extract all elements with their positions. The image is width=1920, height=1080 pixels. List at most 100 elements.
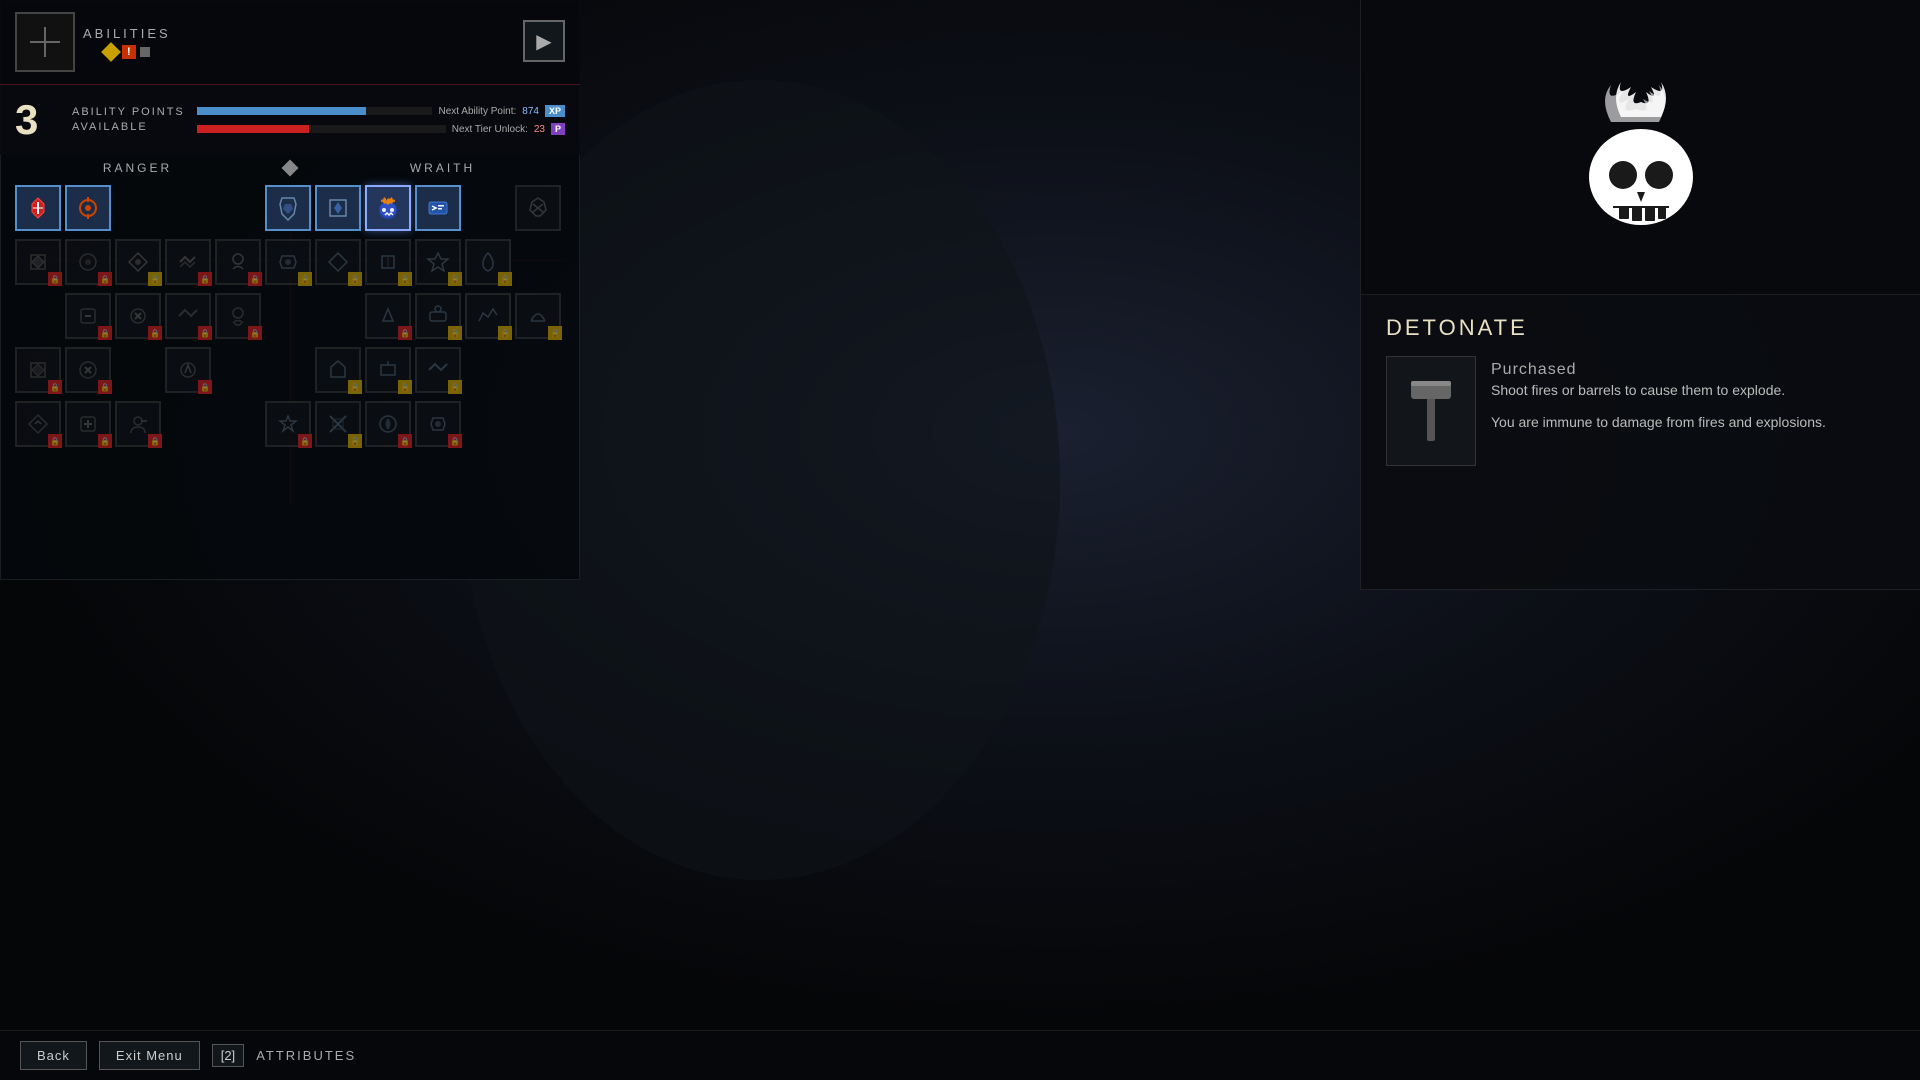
skill-r3-1[interactable]: 🔒 — [65, 293, 111, 339]
diamond-divider-icon — [282, 160, 299, 177]
skill-w5-2[interactable]: 🔒 — [315, 401, 361, 447]
skill-r3-4[interactable]: 🔒 — [215, 293, 261, 339]
bottom-bar: Back Exit Menu [2] ATTRIBUTES — [0, 1030, 1920, 1080]
section-headers: RANGER WRAITH — [0, 155, 580, 181]
lock-icon-22: 🔒 — [398, 380, 412, 394]
skill-wraith-selected[interactable] — [365, 185, 411, 231]
wraith-header: WRAITH — [305, 155, 580, 181]
skill-name: DETONATE — [1386, 315, 1895, 341]
exclamation-icon: ! — [122, 45, 136, 59]
skill-ranger-2[interactable] — [65, 185, 111, 231]
skill-wraith-3[interactable] — [415, 185, 461, 231]
skill-w4-1[interactable]: 🔒 — [315, 347, 361, 393]
lock-icon-16: 🔒 — [498, 326, 512, 340]
lock-icon-13: 🔒 — [248, 326, 262, 340]
skill-r5-2[interactable]: 🔒 — [65, 401, 111, 447]
next-tier-value: 23 — [534, 124, 545, 135]
lock-icon-12: 🔒 — [198, 326, 212, 340]
skill-row-3: 🔒 🔒 🔒 🔒 🔒 🔒 🔒 🔒 — [15, 293, 565, 339]
skill-r2-4[interactable]: 🔒 — [165, 239, 211, 285]
lock-icon-14: 🔒 — [398, 326, 412, 340]
lock-icon-15: 🔒 — [448, 326, 462, 340]
skill-thumbnail-icon — [1401, 366, 1461, 456]
lock-icon: 🔒 — [48, 272, 62, 286]
detonate-icon — [1541, 47, 1741, 247]
skill-w3-4[interactable]: 🔒 — [515, 293, 561, 339]
xp-badge: XP — [545, 105, 565, 117]
skill-w5-3[interactable]: 🔒 — [365, 401, 411, 447]
skill-row-1 — [15, 185, 565, 231]
abilities-icons: ! — [83, 45, 171, 59]
skill-r2-3[interactable]: 🔒 — [115, 239, 161, 285]
skill-w5-4[interactable]: 🔒 — [415, 401, 461, 447]
progress-bars: Next Ability Point: 874 XP Next Tier Unl… — [197, 105, 565, 135]
skill-description: Shoot fires or barrels to cause them to … — [1491, 379, 1826, 434]
diamond-icon — [101, 42, 121, 62]
next-point-label: Next Ability Point: — [438, 106, 516, 117]
skill-showcase-icon — [1541, 47, 1741, 247]
lock-icon-26: 🔒 — [148, 434, 162, 448]
skill-r2-2[interactable]: 🔒 — [65, 239, 111, 285]
skill-r4-3[interactable]: 🔒 — [165, 347, 211, 393]
skill-description-area: Purchased Shoot fires or barrels to caus… — [1491, 356, 1826, 444]
lock-icon-11: 🔒 — [148, 326, 162, 340]
key-badge-2: [2] — [212, 1044, 244, 1067]
skill-r2-5[interactable]: 🔒 — [215, 239, 261, 285]
skill-w3-2[interactable]: 🔒 — [415, 293, 461, 339]
lock-icon-3: 🔒 — [198, 272, 212, 286]
skill-r4-2[interactable]: 🔒 — [65, 347, 111, 393]
skill-r3-2[interactable]: 🔒 — [115, 293, 161, 339]
xp-bar-fill — [197, 107, 367, 115]
skill-w3-3[interactable]: 🔒 — [465, 293, 511, 339]
lock-icon-30: 🔒 — [448, 434, 462, 448]
skill-w4-3[interactable]: 🔒 — [415, 347, 461, 393]
xp-progress-row: Next Ability Point: 874 XP — [197, 105, 565, 117]
ranger-header: RANGER — [0, 155, 275, 181]
tier-badge: P — [551, 123, 565, 135]
skill-ranger-1[interactable] — [15, 185, 61, 231]
xp-bar — [197, 107, 433, 115]
skill-r2-1[interactable]: 🔒 — [15, 239, 61, 285]
nav-arrow-button[interactable]: ▶ — [523, 20, 565, 62]
header-icon — [15, 12, 75, 72]
lock-icon-20: 🔒 — [198, 380, 212, 394]
skill-showcase — [1361, 0, 1920, 295]
points-number: 3 — [15, 96, 60, 144]
skill-w2-5[interactable]: 🔒 — [465, 239, 511, 285]
section-divider — [275, 155, 305, 181]
skill-r3-3[interactable]: 🔒 — [165, 293, 211, 339]
exit-menu-button[interactable]: Exit Menu — [99, 1041, 200, 1070]
lock-icon-8: 🔒 — [448, 272, 462, 286]
skill-r5-3[interactable]: 🔒 — [115, 401, 161, 447]
skill-wraith-1[interactable] — [265, 185, 311, 231]
skill-r5-1[interactable]: 🔒 — [15, 401, 61, 447]
skill-grid: 🔒 🔒 🔒 🔒 🔒 🔒 🔒 🔒 — [15, 185, 565, 455]
skill-w2-3[interactable]: 🔒 — [365, 239, 411, 285]
skill-info: DETONATE Purchased Shoot fires or barrel… — [1361, 295, 1920, 501]
skill-desc-2: You are immune to damage from fires and … — [1491, 411, 1826, 433]
lock-icon-6: 🔒 — [348, 272, 362, 286]
lock-icon-24: 🔒 — [48, 434, 62, 448]
lock-icon-25: 🔒 — [98, 434, 112, 448]
back-button[interactable]: Back — [20, 1041, 87, 1070]
skill-r4-1[interactable]: 🔒 — [15, 347, 61, 393]
skill-w2-4[interactable]: 🔒 — [415, 239, 461, 285]
lock-icon-gold: 🔒 — [148, 272, 162, 286]
skill-w2-1[interactable]: 🔒 — [265, 239, 311, 285]
points-label: ABILITY POINTS AVAILABLE — [72, 105, 185, 136]
tier-bar — [197, 125, 446, 133]
skill-w4-2[interactable]: 🔒 — [365, 347, 411, 393]
skill-wraith-locked-1[interactable] — [515, 185, 561, 231]
abilities-label: ABILITIES — [83, 26, 171, 41]
skill-w5-1[interactable]: 🔒 — [265, 401, 311, 447]
lock-icon-17: 🔒 — [548, 326, 562, 340]
lock-icon-2: 🔒 — [98, 272, 112, 286]
skill-w3-1[interactable]: 🔒 — [365, 293, 411, 339]
next-tier-label: Next Tier Unlock: — [452, 124, 528, 135]
lock-icon-9: 🔒 — [498, 272, 512, 286]
skill-w2-2[interactable]: 🔒 — [315, 239, 361, 285]
skill-row-4: 🔒 🔒 🔒 🔒 🔒 🔒 — [15, 347, 565, 393]
lock-icon-27: 🔒 — [298, 434, 312, 448]
skill-wraith-2[interactable] — [315, 185, 361, 231]
lock-icon-29: 🔒 — [398, 434, 412, 448]
